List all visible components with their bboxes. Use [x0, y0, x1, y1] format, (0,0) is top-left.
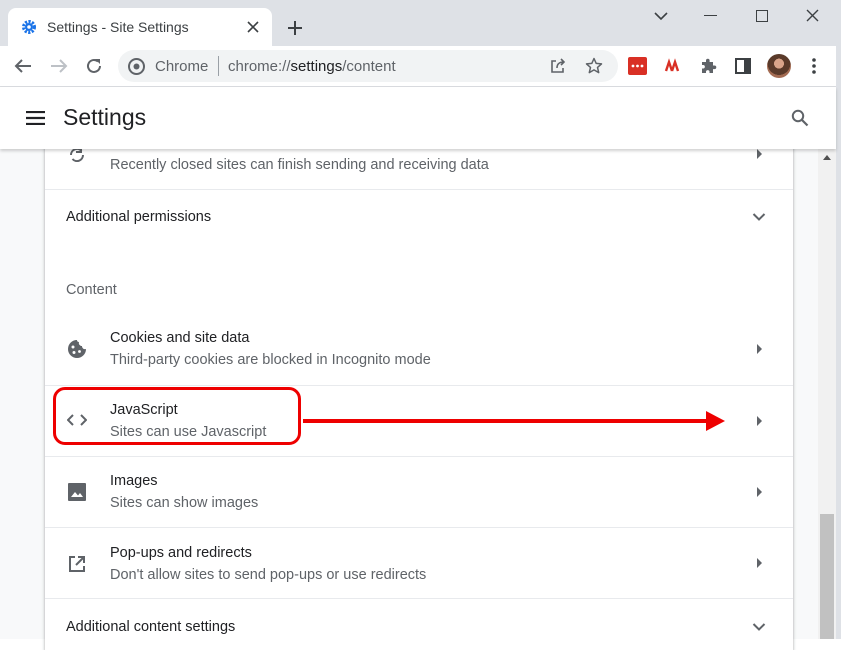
site-chip-label: Chrome — [155, 58, 209, 75]
row-divider — [45, 598, 793, 599]
url-host: settings — [290, 58, 343, 75]
cookies-arrow-icon[interactable] — [757, 344, 762, 354]
hamburger-menu-icon[interactable] — [26, 111, 45, 125]
additional-content-settings-toggle[interactable]: Additional content settings — [66, 619, 235, 635]
maximize-button[interactable] — [756, 10, 768, 22]
url-path: /content — [342, 58, 396, 75]
background-sync-arrow-icon[interactable] — [757, 149, 762, 159]
images-row[interactable] — [45, 457, 793, 527]
url-text[interactable]: chrome://settings/content — [228, 58, 396, 75]
share-icon[interactable] — [549, 57, 567, 75]
extensions-puzzle-icon[interactable] — [699, 57, 717, 75]
additional-permissions-toggle[interactable]: Additional permissions — [66, 209, 211, 225]
javascript-arrow-icon[interactable] — [757, 416, 762, 426]
forward-button[interactable] — [50, 58, 68, 74]
settings-gear-icon — [21, 19, 37, 35]
tab-search-chevron-icon[interactable] — [654, 11, 668, 21]
omnibox-separator — [218, 56, 219, 76]
url-prefix: chrome:// — [228, 58, 291, 75]
images-arrow-icon[interactable] — [757, 487, 762, 497]
background-sync-description: Recently closed sites can finish sending… — [110, 157, 489, 173]
scrollbar-thumb[interactable] — [820, 514, 834, 639]
back-button[interactable] — [14, 58, 32, 74]
chrome-menu-icon[interactable] — [812, 58, 816, 74]
annotation-highlight-box — [53, 387, 301, 445]
page-title: Settings — [63, 104, 147, 130]
window-border — [836, 0, 841, 639]
bookmark-star-icon[interactable] — [585, 57, 603, 75]
tab-title: Settings - Site Settings — [47, 19, 189, 35]
close-window-button[interactable] — [806, 9, 819, 22]
annotation-arrow-head — [706, 411, 725, 431]
reload-button[interactable] — [85, 57, 103, 75]
red-extension-icon[interactable] — [664, 58, 680, 74]
expand-chevron-icon[interactable] — [752, 212, 766, 222]
annotation-arrow-line — [303, 419, 708, 423]
row-divider — [45, 189, 793, 190]
cookies-row[interactable] — [45, 315, 793, 385]
profile-avatar[interactable] — [767, 54, 791, 78]
chrome-site-icon — [128, 58, 145, 75]
search-icon[interactable] — [791, 109, 809, 127]
expand-chevron-icon[interactable] — [752, 622, 766, 632]
popups-row[interactable] — [45, 528, 793, 598]
new-tab-button[interactable] — [287, 20, 303, 36]
lastpass-extension-icon[interactable] — [628, 57, 647, 75]
tab-close-icon[interactable] — [247, 21, 259, 33]
content-section-label: Content — [66, 282, 117, 298]
scroll-up-arrow-icon[interactable] — [823, 155, 831, 160]
side-panel-icon[interactable] — [735, 58, 751, 74]
minimize-button[interactable] — [704, 15, 717, 16]
popups-arrow-icon[interactable] — [757, 558, 762, 568]
